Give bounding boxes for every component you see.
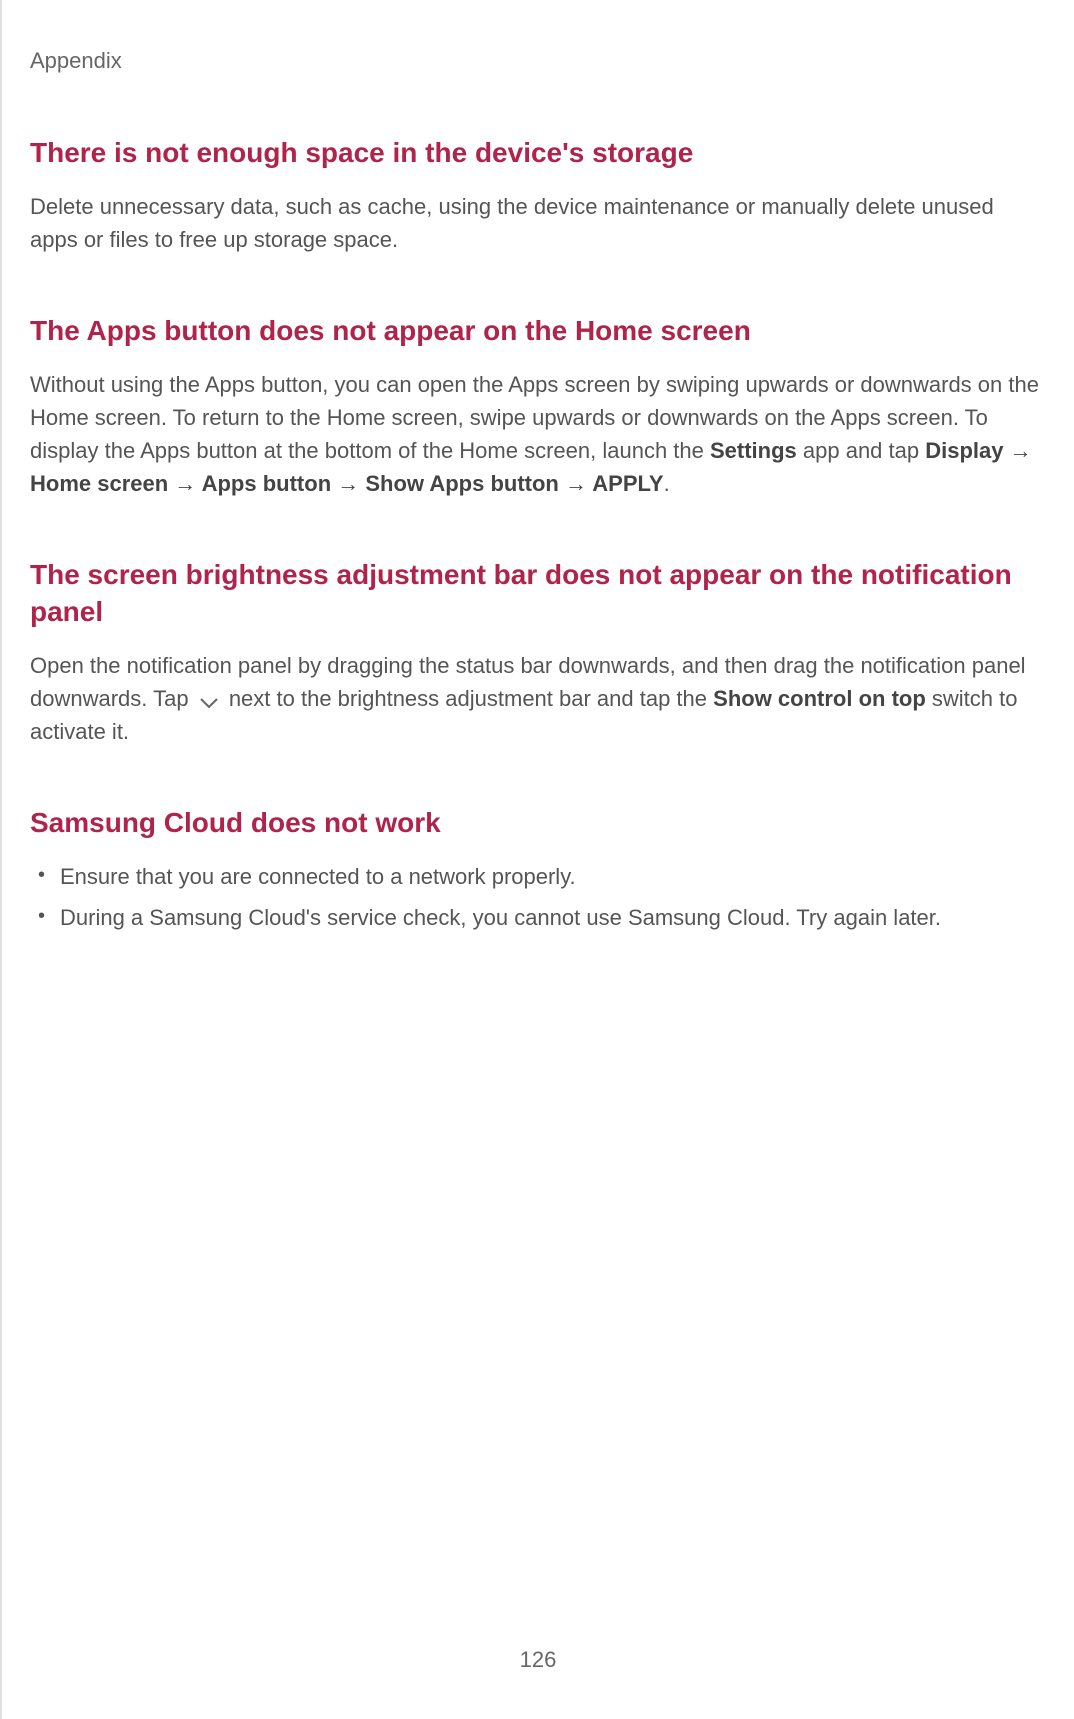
section-title-cloud: Samsung Cloud does not work bbox=[30, 804, 1046, 842]
section-apps-button: The Apps button does not appear on the H… bbox=[30, 312, 1046, 500]
cloud-bullet-list: Ensure that you are connected to a netwo… bbox=[30, 860, 1046, 934]
section-brightness: The screen brightness adjustment bar doe… bbox=[30, 556, 1046, 749]
apps-display-label: Display bbox=[925, 438, 1003, 463]
section-storage: There is not enough space in the device'… bbox=[30, 134, 1046, 256]
arrow-icon: → bbox=[168, 471, 201, 496]
list-item: During a Samsung Cloud's service check, … bbox=[60, 901, 1046, 934]
section-body-apps: Without using the Apps button, you can o… bbox=[30, 368, 1046, 500]
page-number: 126 bbox=[2, 1647, 1074, 1673]
arrow-icon: → bbox=[559, 471, 592, 496]
apps-period: . bbox=[664, 471, 670, 496]
apps-home-screen-label: Home screen bbox=[30, 471, 168, 496]
arrow-icon: → bbox=[331, 471, 365, 496]
apps-apply-label: APPLY bbox=[592, 471, 663, 496]
header-section-label: Appendix bbox=[30, 48, 122, 73]
section-title-brightness: The screen brightness adjustment bar doe… bbox=[30, 556, 1046, 632]
list-item: Ensure that you are connected to a netwo… bbox=[60, 860, 1046, 893]
content-area: There is not enough space in the device'… bbox=[2, 74, 1074, 934]
page-header: Appendix bbox=[2, 0, 1074, 74]
apps-show-apps-label: Show Apps button bbox=[365, 471, 558, 496]
brightness-body-post: next to the brightness adjustment bar an… bbox=[223, 686, 713, 711]
section-title-apps: The Apps button does not appear on the H… bbox=[30, 312, 1046, 350]
arrow-icon: → bbox=[1004, 438, 1032, 463]
section-title-storage: There is not enough space in the device'… bbox=[30, 134, 1046, 172]
apps-apps-button-label: Apps button bbox=[202, 471, 332, 496]
brightness-show-control-label: Show control on top bbox=[713, 686, 926, 711]
apps-settings-label: Settings bbox=[710, 438, 797, 463]
apps-body-mid1: app and tap bbox=[797, 438, 925, 463]
section-body-storage: Delete unnecessary data, such as cache, … bbox=[30, 190, 1046, 256]
section-cloud: Samsung Cloud does not work Ensure that … bbox=[30, 804, 1046, 934]
chevron-down-icon bbox=[195, 689, 223, 707]
section-body-brightness: Open the notification panel by dragging … bbox=[30, 649, 1046, 748]
